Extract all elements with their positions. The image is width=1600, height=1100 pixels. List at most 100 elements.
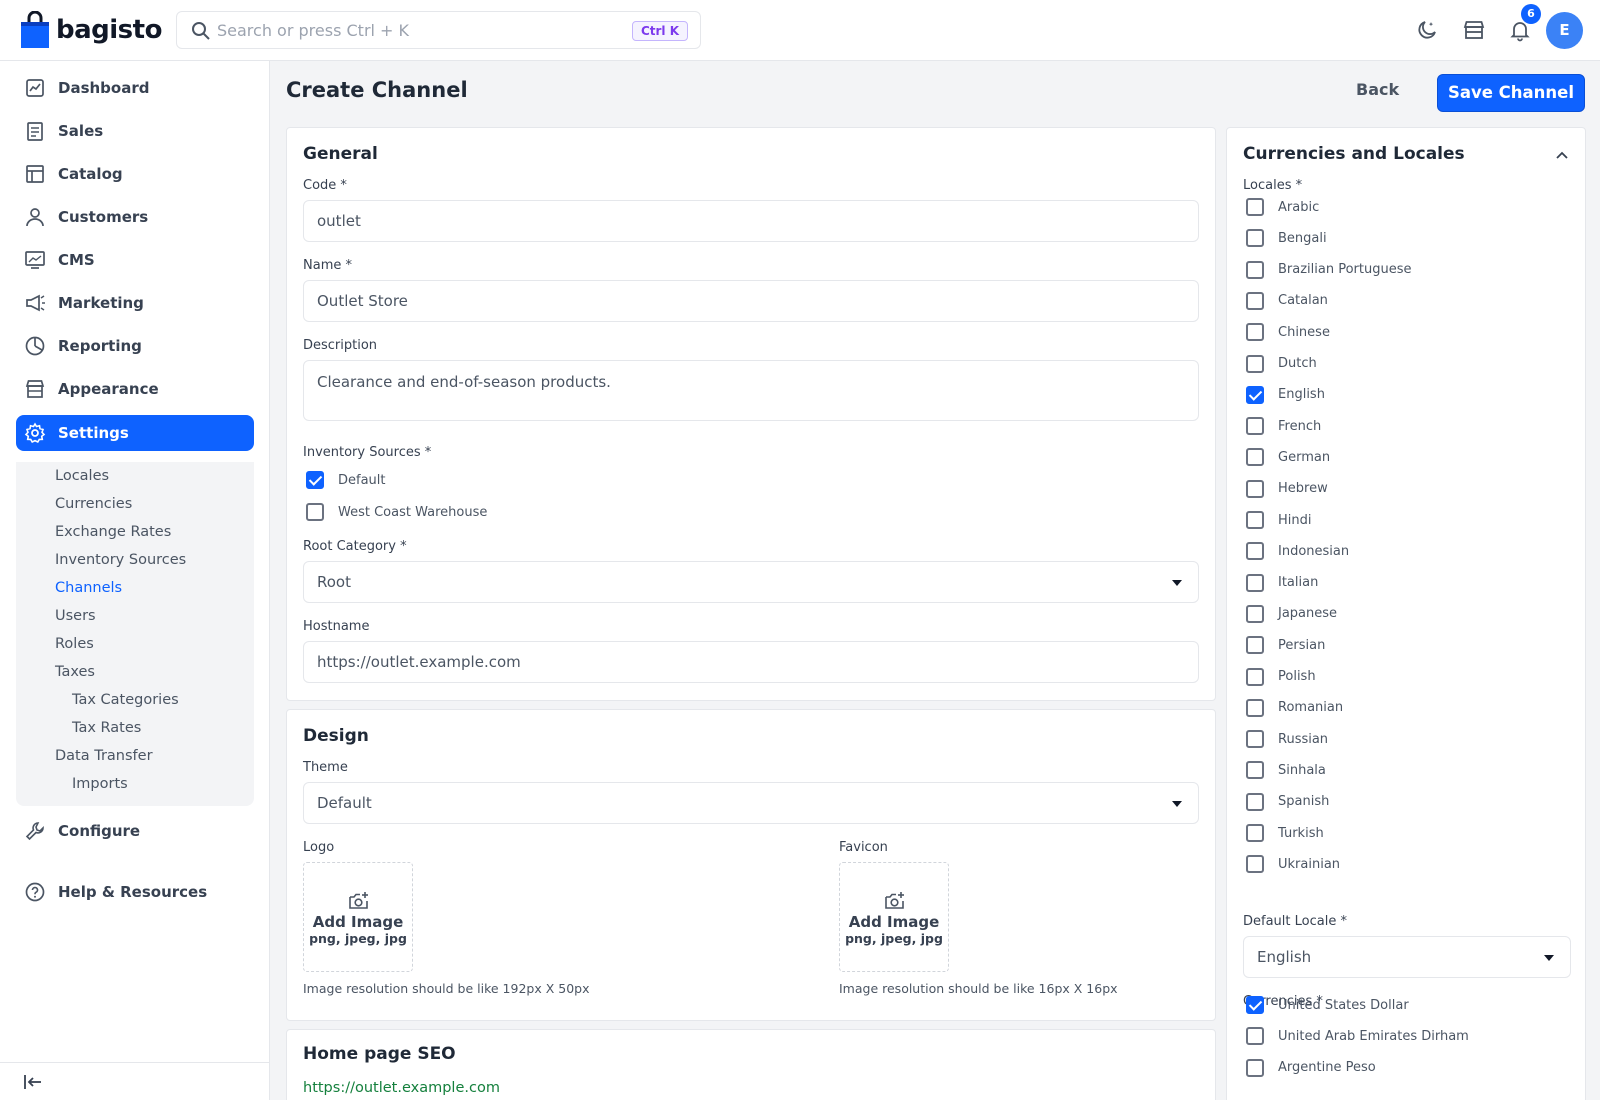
sidebar-item-sales[interactable]: Sales [16,113,254,149]
checkbox[interactable] [1246,730,1264,749]
root-category-select[interactable]: Root [303,561,1199,603]
locale-sinhala[interactable]: Sinhala [1246,761,1326,780]
theme-select[interactable]: Default [303,782,1199,824]
submenu-item-data-transfer[interactable]: Data Transfer [55,748,153,764]
inventory-source-west-coast[interactable]: West Coast Warehouse [306,503,487,521]
checkbox[interactable] [1246,260,1264,279]
sidebar-item-help[interactable]: Help & Resources [16,874,254,910]
submenu-item-roles[interactable]: Roles [55,636,94,652]
checkbox[interactable] [1246,354,1264,373]
locale-indonesian[interactable]: Indonesian [1246,542,1349,561]
checkbox[interactable] [1246,636,1264,655]
wrench-icon [25,822,44,841]
sidebar-item-label: Catalog [58,165,123,183]
sidebar-item-catalog[interactable]: Catalog [16,156,254,192]
submenu-item-channels[interactable]: Channels [55,580,122,596]
sidebar-item-customers[interactable]: Customers [16,199,254,235]
submenu-item-locales[interactable]: Locales [55,468,109,484]
dark-mode-icon[interactable] [1415,18,1439,42]
locale-spanish[interactable]: Spanish [1246,792,1329,811]
code-input[interactable]: outlet [303,200,1199,242]
chevron-up-icon[interactable] [1555,150,1569,160]
submenu-item-taxes[interactable]: Taxes [55,664,95,680]
checkbox[interactable] [306,471,324,489]
sidebar-item-marketing[interactable]: Marketing [16,285,254,321]
submenu-item-currencies[interactable]: Currencies [55,496,132,512]
storefront-icon[interactable] [1462,18,1486,42]
locale-chinese[interactable]: Chinese [1246,323,1330,342]
checkbox[interactable] [1246,448,1264,467]
collapse-sidebar-icon[interactable] [23,1073,43,1091]
sidebar-item-cms[interactable]: CMS [16,242,254,278]
favicon-upload[interactable]: Add Image png, jpeg, jpg [839,862,949,972]
save-channel-button[interactable]: Save Channel [1437,74,1585,112]
currency-argentine-peso[interactable]: Argentine Peso [1246,1058,1376,1077]
checkbox[interactable] [1246,291,1264,310]
sidebar-item-dashboard[interactable]: Dashboard [16,70,254,106]
locale-polish[interactable]: Polish [1246,667,1316,686]
locale-french[interactable]: French [1246,417,1321,436]
checkbox[interactable] [1246,855,1264,874]
submenu-item-users[interactable]: Users [55,608,96,624]
locale-arabic[interactable]: Arabic [1246,198,1319,216]
checkbox[interactable] [1246,761,1264,780]
checkbox[interactable] [1246,479,1264,498]
add-photo-icon [885,892,904,909]
checkbox[interactable] [1246,573,1264,592]
name-input[interactable]: Outlet Store [303,280,1199,322]
checkbox[interactable] [1246,198,1264,216]
submenu-item-tax-categories[interactable]: Tax Categories [72,692,179,708]
currency-united-states-dollar[interactable]: United States Dollar [1246,996,1409,1014]
locale-hebrew[interactable]: Hebrew [1246,479,1328,498]
locale-english[interactable]: English [1246,385,1325,404]
submenu-item-exchange-rates[interactable]: Exchange Rates [55,524,171,540]
locale-brazilian-portuguese[interactable]: Brazilian Portuguese [1246,260,1412,279]
checkbox[interactable] [1246,792,1264,811]
submenu-item-imports[interactable]: Imports [72,776,128,792]
sidebar-item-configure[interactable]: Configure [16,813,254,849]
checkbox[interactable] [1246,1058,1264,1077]
locale-german[interactable]: German [1246,448,1330,467]
locale-bengali[interactable]: Bengali [1246,229,1327,248]
checkbox[interactable] [1246,996,1264,1014]
currency-united-arab-emirates-dirham[interactable]: United Arab Emirates Dirham [1246,1027,1469,1046]
user-avatar[interactable]: E [1546,12,1583,49]
description-textarea[interactable]: Clearance and end-of-season products. [303,360,1199,421]
locale-persian[interactable]: Persian [1246,636,1325,655]
locale-romanian[interactable]: Romanian [1246,698,1343,717]
locale-turkish[interactable]: Turkish [1246,824,1324,842]
sidebar-item-settings[interactable]: Settings [16,415,254,451]
locale-catalan[interactable]: Catalan [1246,291,1328,310]
checkbox[interactable] [1246,542,1264,561]
locale-italian[interactable]: Italian [1246,573,1318,592]
hostname-input[interactable]: https://outlet.example.com [303,641,1199,683]
submenu-item-tax-rates[interactable]: Tax Rates [72,720,141,736]
locale-ukrainian[interactable]: Ukrainian [1246,855,1340,874]
checkbox[interactable] [1246,417,1264,436]
checkbox[interactable] [1246,385,1264,404]
checkbox[interactable] [1246,824,1264,842]
checkbox[interactable] [1246,323,1264,342]
sidebar-item-reporting[interactable]: Reporting [16,328,254,364]
search-input[interactable] [217,20,617,40]
inventory-source-default[interactable]: Default [306,471,386,489]
locale-hindi[interactable]: Hindi [1246,511,1312,529]
locale-dutch[interactable]: Dutch [1246,354,1317,373]
submenu-item-inventory-sources[interactable]: Inventory Sources [55,552,186,568]
default-locale-select[interactable]: English [1243,936,1571,978]
checkbox[interactable] [1246,229,1264,248]
logo-upload[interactable]: Add Image png, jpeg, jpg [303,862,413,972]
locale-japanese[interactable]: Japanese [1246,604,1337,623]
checkbox[interactable] [1246,698,1264,717]
back-button[interactable]: Back [1356,80,1399,99]
checkbox[interactable] [1246,1027,1264,1046]
checkbox[interactable] [1246,667,1264,686]
checkbox[interactable] [306,503,324,521]
search-bar[interactable]: Ctrl K [176,11,701,49]
seo-preview-url[interactable]: https://outlet.example.com [303,1080,500,1096]
sidebar-item-appearance[interactable]: Appearance [16,371,254,407]
brand-logo[interactable]: bagisto [20,10,162,50]
checkbox[interactable] [1246,604,1264,623]
checkbox[interactable] [1246,511,1264,529]
locale-russian[interactable]: Russian [1246,730,1328,749]
